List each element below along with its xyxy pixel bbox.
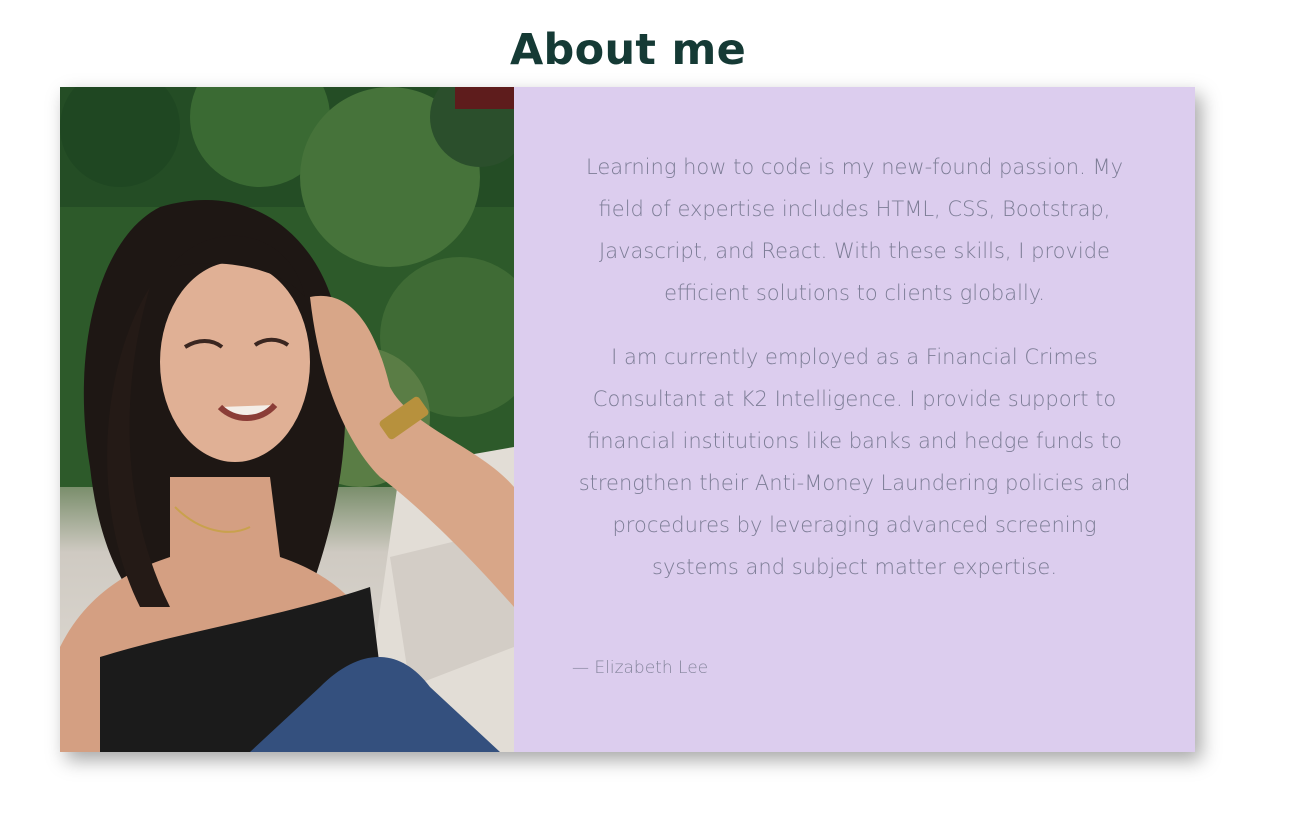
bio-paragraph-2: I am currently employed as a Financial C… (578, 345, 1131, 579)
about-text-panel: Learning how to code is my new-found pas… (514, 87, 1195, 752)
about-card: Learning how to code is my new-found pas… (60, 87, 1195, 752)
bio-paragraph-1: Learning how to code is my new-found pas… (585, 155, 1124, 305)
about-section: About me Learning how to code is my new-… (0, 0, 1302, 817)
section-title: About me (509, 25, 747, 75)
signature: — Elizabeth Lee (572, 658, 709, 678)
profile-photo (60, 87, 514, 752)
profile-photo-illustration (60, 87, 514, 752)
